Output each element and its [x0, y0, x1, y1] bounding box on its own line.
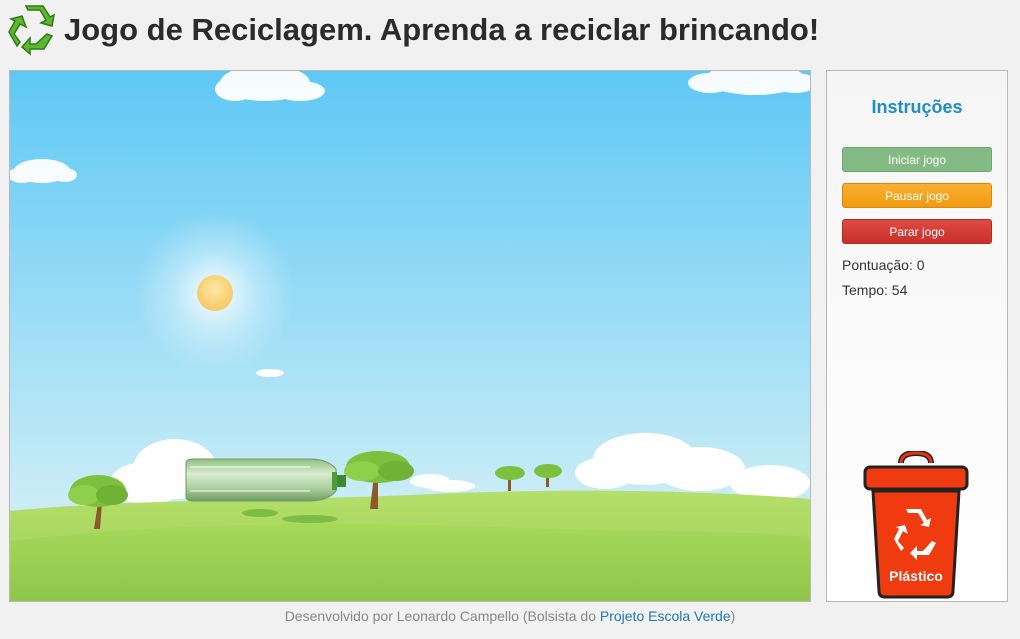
footer-link[interactable]: Projeto Escola Verde [600, 608, 731, 624]
footer: Desenvolvido por Leonardo Campello (Bols… [0, 608, 1020, 624]
recycle-icon [8, 5, 56, 56]
time-label: Tempo: 54 [842, 282, 908, 298]
page-title: Jogo de Reciclagem. Aprenda a reciclar b… [64, 12, 820, 47]
stop-game-button[interactable]: Parar jogo [842, 219, 992, 244]
plastic-bin[interactable]: Plástico [861, 451, 971, 601]
bin-label: Plástico [889, 568, 943, 584]
header: Jogo de Reciclagem. Aprenda a reciclar b… [8, 4, 819, 56]
pause-game-button[interactable]: Pausar jogo [842, 183, 992, 208]
side-panel: Instruções Iniciar jogo Pausar jogo Para… [826, 70, 1008, 602]
score-label: Pontuação: 0 [842, 257, 925, 273]
footer-text: Desenvolvido por Leonardo Campello (Bols… [284, 608, 600, 624]
hill-front [10, 523, 810, 601]
cloud [688, 71, 810, 95]
instructions-link[interactable]: Instruções [827, 97, 1007, 118]
game-canvas[interactable] [9, 70, 811, 602]
sun [135, 213, 295, 373]
plastic-bottle[interactable] [185, 458, 346, 502]
cloud [256, 369, 284, 377]
footer-suffix: ) [730, 608, 736, 624]
start-game-button[interactable]: Iniciar jogo [842, 147, 992, 172]
